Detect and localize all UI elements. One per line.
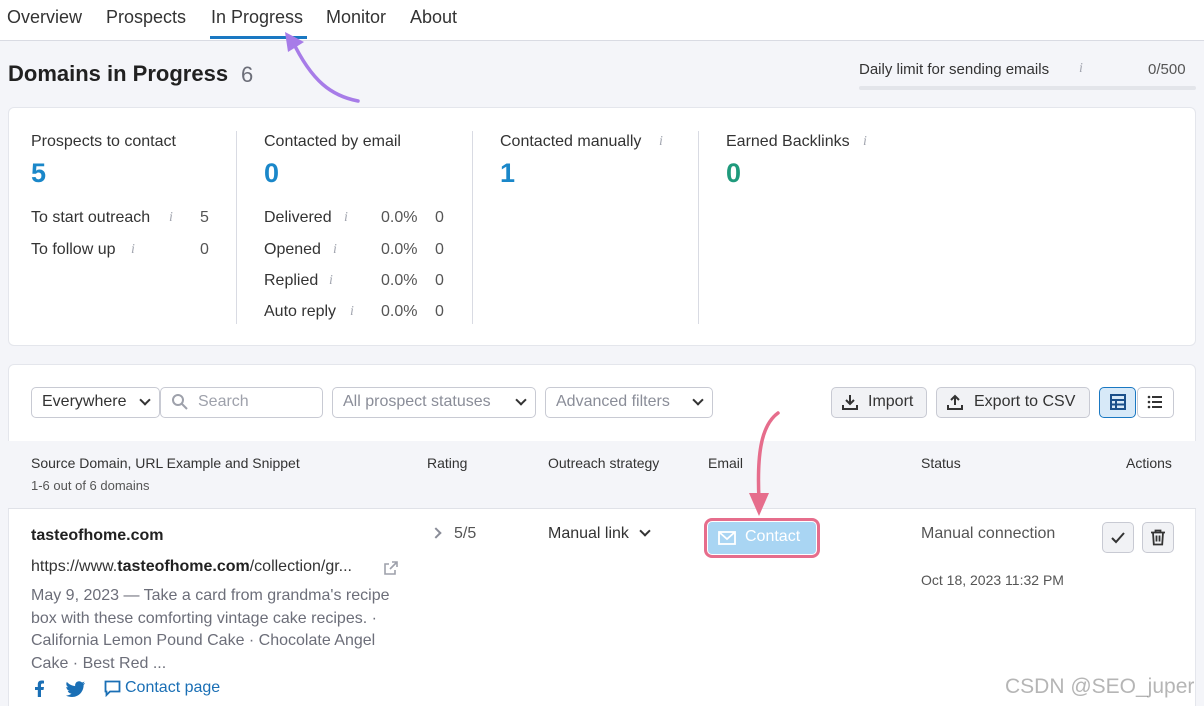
annotation-arrow-purple (285, 32, 360, 103)
check-icon (1111, 532, 1125, 544)
row-rating: 5/5 (454, 525, 477, 542)
to-start-outreach-value[interactable]: 5 (200, 209, 209, 227)
divider (236, 131, 237, 324)
info-icon[interactable]: i (329, 273, 333, 289)
info-icon[interactable]: i (131, 242, 135, 258)
contacted-by-email-value[interactable]: 0 (264, 158, 279, 189)
contact-button-label: Contact (745, 528, 801, 545)
info-icon[interactable]: i (863, 134, 867, 150)
contact-page-icon (104, 680, 121, 697)
info-icon[interactable]: i (350, 304, 354, 320)
prospects-to-contact-value[interactable]: 5 (31, 158, 46, 189)
opened-label: Opened (264, 241, 321, 258)
to-follow-up-label: To follow up (31, 241, 116, 258)
search-icon (172, 394, 188, 410)
tab-in-progress[interactable]: In Progress (211, 7, 303, 28)
info-icon[interactable]: i (333, 242, 337, 258)
import-label: Import (868, 393, 914, 410)
contacted-manually-label: Contacted manually (500, 133, 642, 150)
chevron-down-icon (139, 394, 151, 406)
strategy-value: Manual link (548, 525, 629, 542)
column-actions-header: Actions (1126, 455, 1172, 471)
column-source-header[interactable]: Source Domain, URL Example and Snippet (31, 455, 300, 471)
contact-page-link[interactable]: Contact page (125, 679, 220, 697)
row-snippet: May 9, 2023 — Take a card from grandma's… (31, 587, 390, 672)
replied-label: Replied (264, 272, 319, 289)
row-status: Manual connection (921, 525, 1056, 542)
auto-reply-label: Auto reply (264, 303, 337, 320)
list-view-icon (1147, 395, 1162, 409)
row-status-date: Oct 18, 2023 11:32 PM (921, 572, 1064, 588)
external-link-icon[interactable] (383, 560, 399, 576)
daily-limit-label: Daily limit for sending emails (859, 61, 1050, 78)
domain-count: 1-6 out of 6 domains (31, 478, 150, 493)
to-start-outreach-label: To start outreach (31, 209, 151, 226)
earned-backlinks-label: Earned Backlinks (726, 133, 850, 150)
url-prefix: https://www. (31, 558, 118, 575)
tab-prospects[interactable]: Prospects (106, 7, 186, 28)
annotation-arrow-pink (749, 411, 780, 516)
auto-reply-pct: 0.0% (381, 303, 418, 320)
replied-value: 0 (435, 272, 444, 289)
row-url[interactable]: https://www.tasteofhome.com/collection/g… (31, 558, 352, 576)
tab-monitor[interactable]: Monitor (326, 7, 386, 28)
chevron-down-icon (692, 394, 704, 406)
top-nav: Overview Prospects In Progress Monitor A… (0, 0, 1204, 41)
upload-icon (947, 394, 963, 410)
replied-pct: 0.0% (381, 272, 418, 289)
mail-icon (718, 531, 736, 545)
page-count: 6 (241, 62, 254, 87)
advanced-filters-label: Advanced filters (556, 393, 670, 410)
prospects-to-contact-label: Prospects to contact (31, 133, 176, 150)
url-domain: tasteofhome.com (117, 558, 250, 575)
contacted-by-email-label: Contacted by email (264, 133, 401, 150)
delivered-label: Delivered (264, 209, 332, 226)
page-title: Domains in Progress (8, 61, 229, 86)
column-rating-header[interactable]: Rating (427, 455, 467, 471)
info-icon[interactable]: i (344, 210, 348, 226)
twitter-icon[interactable] (66, 681, 86, 697)
info-icon[interactable]: i (1079, 61, 1083, 77)
search-placeholder: Search (198, 393, 249, 410)
opened-value: 0 (435, 241, 444, 258)
table-header (8, 441, 1196, 509)
chevron-down-icon (515, 394, 527, 406)
download-icon (842, 395, 858, 410)
delivered-pct: 0.0% (381, 209, 418, 226)
strategy-select[interactable]: Manual link (548, 525, 629, 543)
table-view-icon (1110, 394, 1126, 410)
export-csv-label: Export to CSV (974, 393, 1076, 410)
tab-overview[interactable]: Overview (7, 7, 82, 28)
advanced-filters-select[interactable]: Advanced filters (545, 387, 713, 418)
info-icon[interactable]: i (659, 134, 663, 150)
delivered-value: 0 (435, 209, 444, 226)
scope-select[interactable]: Everywhere (31, 387, 160, 418)
prospect-status-select-value: All prospect statuses (343, 393, 491, 410)
daily-limit-progress-bar (859, 86, 1196, 90)
divider (698, 131, 699, 324)
daily-limit-value: 0/500 (1148, 61, 1186, 78)
contacted-manually-value[interactable]: 1 (500, 158, 515, 189)
info-icon[interactable]: i (169, 210, 173, 226)
tab-about[interactable]: About (410, 7, 457, 28)
divider (472, 131, 473, 324)
prospect-status-select[interactable]: All prospect statuses (332, 387, 536, 418)
row-domain[interactable]: tasteofhome.com (31, 527, 163, 545)
auto-reply-value: 0 (435, 303, 444, 320)
column-strategy-header[interactable]: Outreach strategy (548, 455, 659, 471)
column-email-header[interactable]: Email (708, 455, 743, 471)
to-follow-up-value: 0 (200, 241, 209, 258)
url-suffix: /collection/gr... (249, 558, 352, 575)
facebook-icon[interactable] (33, 680, 45, 697)
column-status-header[interactable]: Status (921, 455, 961, 471)
earned-backlinks-value[interactable]: 0 (726, 158, 741, 189)
watermark: CSDN @SEO_juper (1005, 675, 1195, 698)
trash-icon (1151, 529, 1165, 546)
opened-pct: 0.0% (381, 241, 418, 258)
scope-select-value: Everywhere (42, 393, 127, 410)
